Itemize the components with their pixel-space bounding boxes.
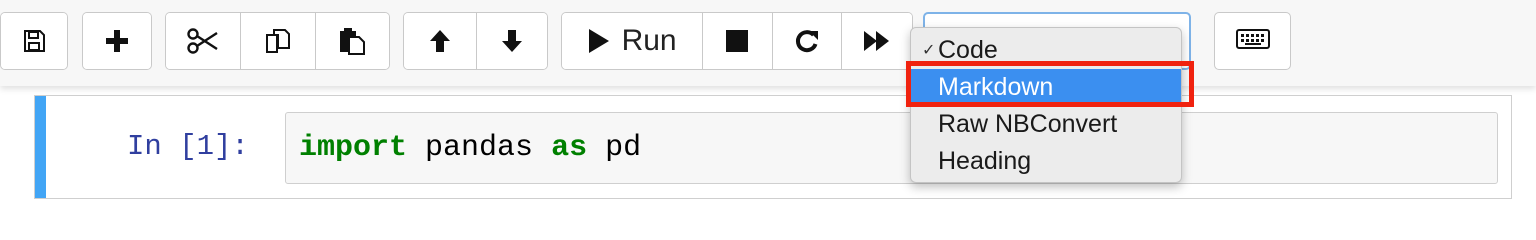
move-down-button[interactable] [475,13,547,69]
interrupt-button[interactable] [702,13,772,69]
copy-icon [264,27,292,55]
code-cell[interactable]: In [1]: import pandas as pd [34,95,1512,199]
option-label: Markdown [938,73,1054,101]
restart-icon [794,28,820,54]
restart-button[interactable] [771,13,842,69]
stop-icon [725,29,749,53]
code-text: pandas [407,131,552,165]
save-icon [22,29,46,53]
run-button-group: Run [561,12,913,70]
option-label: Raw NBConvert [938,110,1118,138]
code-text: pd [587,131,642,165]
arrow-down-icon [500,28,524,54]
arrow-up-icon [428,28,452,54]
option-label: Code [938,36,998,64]
run-label: Run [621,24,677,57]
option-markdown[interactable]: Markdown [911,69,1181,106]
fast-forward-icon [863,29,891,53]
copy-button[interactable] [240,13,315,69]
checkmark-icon: ✓ [922,42,936,59]
paste-button[interactable] [314,13,389,69]
restart-run-all-button[interactable] [841,13,912,69]
scissors-icon [187,28,219,54]
save-button-group [0,12,68,70]
insert-cell-button[interactable] [83,13,151,69]
run-button[interactable]: Run [562,13,703,69]
paste-icon [338,27,366,55]
plus-icon [105,29,129,53]
option-heading[interactable]: Heading [911,143,1181,180]
option-raw-nbconvert[interactable]: Raw NBConvert [911,106,1181,143]
code-keyword: import [299,131,408,165]
code-editor[interactable]: import pandas as pd [285,112,1498,184]
cell-selected-indicator [35,96,46,198]
edit-button-group [165,12,390,70]
code-keyword: as [551,131,588,165]
keyboard-icon [1235,28,1270,54]
cell-prompt: In [1]: [127,130,249,163]
move-up-button[interactable] [404,13,476,69]
option-code[interactable]: ✓ Code [911,32,1181,69]
save-button[interactable] [1,13,67,69]
command-palette-button[interactable] [1214,12,1291,70]
cell-type-dropdown-menu: ✓ Code Markdown Raw NBConvert Heading [910,27,1182,183]
play-icon [588,28,610,54]
insert-button-group [82,12,152,70]
option-label: Heading [938,147,1032,175]
cut-button[interactable] [166,13,241,69]
move-button-group [403,12,548,70]
